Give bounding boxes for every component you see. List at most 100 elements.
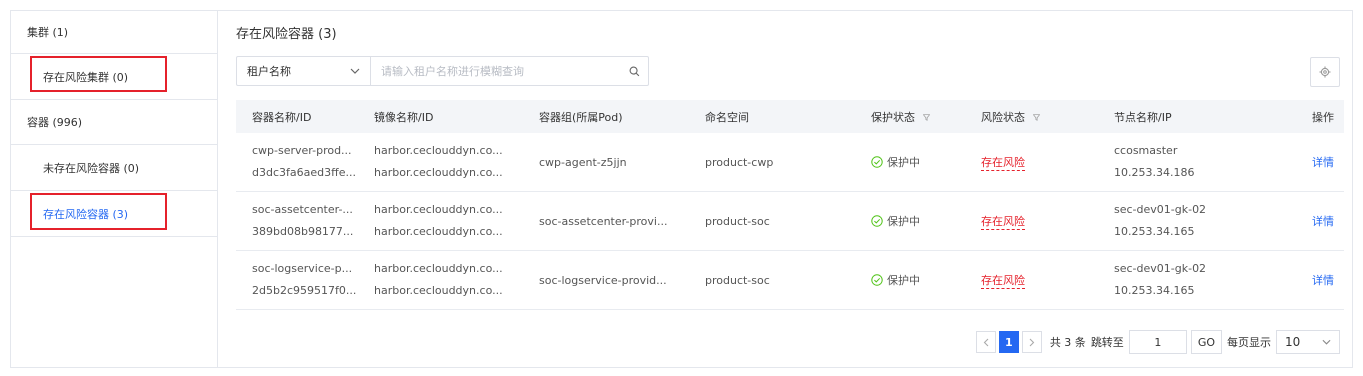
cell-action: 详情 bbox=[1272, 154, 1344, 170]
detail-link[interactable]: 详情 bbox=[1312, 274, 1334, 287]
go-button[interactable]: GO bbox=[1190, 330, 1222, 354]
cell-namespace: product-soc bbox=[705, 273, 770, 287]
cell-container-name: soc-logservice-p... 2d5b2c959517f0... bbox=[236, 258, 374, 302]
container-name: soc-logservice-p... bbox=[252, 262, 353, 275]
cell-protect-status: 保护中 bbox=[871, 272, 981, 288]
col-header-image: 镜像名称/ID bbox=[374, 110, 434, 124]
search-button[interactable] bbox=[620, 66, 648, 77]
cell-container-name: soc-assetcenter-... 389bd08b98177... bbox=[236, 199, 374, 243]
page-frame: 集群 (1) 存在风险集群 (0) 容器 (996) 未存在风险容器 (0) 存… bbox=[10, 10, 1353, 368]
node-ip: 10.253.34.165 bbox=[1114, 284, 1195, 297]
protect-status-text: 保护中 bbox=[887, 215, 920, 228]
cell-pod: soc-assetcenter-provi... bbox=[539, 214, 668, 228]
col-header-risk[interactable]: 风险状态 bbox=[981, 109, 1114, 125]
table-header: 容器名称/ID 镜像名称/ID 容器组(所属Pod) 命名空间 保护状态 风险状… bbox=[236, 100, 1344, 133]
search-icon bbox=[629, 66, 639, 76]
sidebar-item-cluster[interactable]: 集群 (1) bbox=[11, 11, 217, 54]
page-button-current[interactable]: 1 bbox=[998, 331, 1019, 353]
container-name: cwp-server-prod... bbox=[252, 144, 352, 157]
sidebar-item-label: 容器 (996) bbox=[27, 116, 83, 129]
chevron-right-icon bbox=[1029, 338, 1035, 346]
node-ip: 10.253.34.165 bbox=[1114, 225, 1195, 238]
container-id: 2d5b2c959517f0... bbox=[252, 284, 357, 297]
container-table: 容器名称/ID 镜像名称/ID 容器组(所属Pod) 命名空间 保护状态 风险状… bbox=[236, 100, 1344, 310]
sidebar-item-container[interactable]: 容器 (996) bbox=[11, 100, 217, 145]
cell-node: sec-dev01-gk-02 10.253.34.165 bbox=[1114, 199, 1272, 243]
risk-status-link[interactable]: 存在风险 bbox=[981, 215, 1025, 230]
image-name: harbor.ceclouddyn.co... bbox=[374, 144, 503, 157]
tenant-select[interactable]: 租户名称 bbox=[237, 57, 371, 85]
page-title: 存在风险容器 (3) bbox=[236, 27, 337, 42]
settings-button[interactable] bbox=[1310, 57, 1340, 87]
col-header-namespace: 命名空间 bbox=[705, 110, 749, 124]
sidebar-item-safe-container[interactable]: 未存在风险容器 (0) bbox=[11, 145, 217, 191]
detail-link[interactable]: 详情 bbox=[1312, 215, 1334, 228]
node-name: ccosmaster bbox=[1114, 144, 1178, 157]
jump-page-input[interactable]: 1 bbox=[1128, 330, 1187, 354]
cell-image: harbor.ceclouddyn.co... harbor.ceclouddy… bbox=[374, 199, 539, 243]
gear-icon bbox=[1319, 66, 1331, 78]
total-count: 共 3 条 bbox=[1049, 336, 1086, 349]
image-name: harbor.ceclouddyn.co... bbox=[374, 203, 503, 216]
image-id: harbor.ceclouddyn.co... bbox=[374, 166, 503, 179]
col-header-node: 节点名称/IP bbox=[1114, 110, 1172, 124]
chevron-down-icon bbox=[350, 68, 360, 74]
tenant-select-value: 租户名称 bbox=[247, 65, 291, 78]
check-circle-icon bbox=[871, 156, 883, 168]
page-size-select[interactable]: 10 bbox=[1276, 330, 1340, 354]
col-header-pod: 容器组(所属Pod) bbox=[539, 110, 623, 124]
prev-page-button[interactable] bbox=[975, 331, 996, 353]
chevron-down-icon bbox=[1322, 339, 1331, 345]
cell-risk-status: 存在风险 bbox=[981, 154, 1114, 171]
check-circle-icon bbox=[871, 215, 883, 227]
detail-link[interactable]: 详情 bbox=[1312, 156, 1334, 169]
col-header-protect-label: 保护状态 bbox=[871, 110, 915, 124]
check-circle-icon bbox=[871, 274, 883, 286]
image-name: harbor.ceclouddyn.co... bbox=[374, 262, 503, 275]
cell-protect-status: 保护中 bbox=[871, 154, 981, 170]
cell-node: sec-dev01-gk-02 10.253.34.165 bbox=[1114, 258, 1272, 302]
cell-risk-status: 存在风险 bbox=[981, 272, 1114, 289]
cell-namespace: product-cwp bbox=[705, 155, 774, 169]
cell-image: harbor.ceclouddyn.co... harbor.ceclouddy… bbox=[374, 140, 539, 184]
col-header-risk-label: 风险状态 bbox=[981, 110, 1025, 124]
col-header-protect[interactable]: 保护状态 bbox=[871, 109, 981, 125]
protect-status-text: 保护中 bbox=[887, 156, 920, 169]
col-header-action: 操作 bbox=[1312, 110, 1334, 124]
pagination: 1 共 3 条 跳转至 1 GO 每页显示 10 bbox=[975, 329, 1340, 355]
sidebar: 集群 (1) 存在风险集群 (0) 容器 (996) 未存在风险容器 (0) 存… bbox=[11, 11, 218, 367]
col-header-name: 容器名称/ID bbox=[252, 110, 312, 124]
risk-status-link[interactable]: 存在风险 bbox=[981, 156, 1025, 171]
cell-container-name: cwp-server-prod... d3dc3fa6aed3ffe... bbox=[236, 140, 374, 184]
filter-icon[interactable] bbox=[1032, 114, 1040, 121]
page-size-value: 10 bbox=[1285, 335, 1301, 349]
cell-pod: soc-logservice-provid... bbox=[539, 273, 667, 287]
cell-image: harbor.ceclouddyn.co... harbor.ceclouddy… bbox=[374, 258, 539, 302]
filter-icon[interactable] bbox=[922, 114, 930, 121]
container-name: soc-assetcenter-... bbox=[252, 203, 353, 216]
container-id: d3dc3fa6aed3ffe... bbox=[252, 166, 356, 179]
image-id: harbor.ceclouddyn.co... bbox=[374, 225, 503, 238]
node-name: sec-dev01-gk-02 bbox=[1114, 262, 1207, 275]
highlight-box-risky-container bbox=[30, 193, 167, 230]
risk-status-link[interactable]: 存在风险 bbox=[981, 274, 1025, 289]
search-input[interactable] bbox=[371, 57, 620, 85]
cell-protect-status: 保护中 bbox=[871, 213, 981, 229]
node-name: sec-dev01-gk-02 bbox=[1114, 203, 1207, 216]
main-panel: 存在风险容器 (3) 租户名称 容器名称/ID 镜像名称/ID 容器组(所属Po… bbox=[219, 11, 1352, 367]
search-bar: 租户名称 bbox=[236, 56, 649, 86]
table-row: cwp-server-prod... d3dc3fa6aed3ffe... ha… bbox=[236, 133, 1344, 192]
chevron-left-icon bbox=[983, 338, 989, 346]
cell-pod: cwp-agent-z5jjn bbox=[539, 155, 627, 169]
table-row: soc-assetcenter-... 389bd08b98177... har… bbox=[236, 192, 1344, 251]
highlight-box-risky-cluster bbox=[30, 56, 167, 92]
next-page-button[interactable] bbox=[1021, 331, 1042, 353]
protect-status-text: 保护中 bbox=[887, 274, 920, 287]
table-row: soc-logservice-p... 2d5b2c959517f0... ha… bbox=[236, 251, 1344, 310]
node-ip: 10.253.34.186 bbox=[1114, 166, 1195, 179]
cell-action: 详情 bbox=[1272, 272, 1344, 288]
jump-label: 跳转至 bbox=[1090, 336, 1124, 349]
cell-action: 详情 bbox=[1272, 213, 1344, 229]
cell-node: ccosmaster 10.253.34.186 bbox=[1114, 140, 1272, 184]
cell-risk-status: 存在风险 bbox=[981, 213, 1114, 230]
